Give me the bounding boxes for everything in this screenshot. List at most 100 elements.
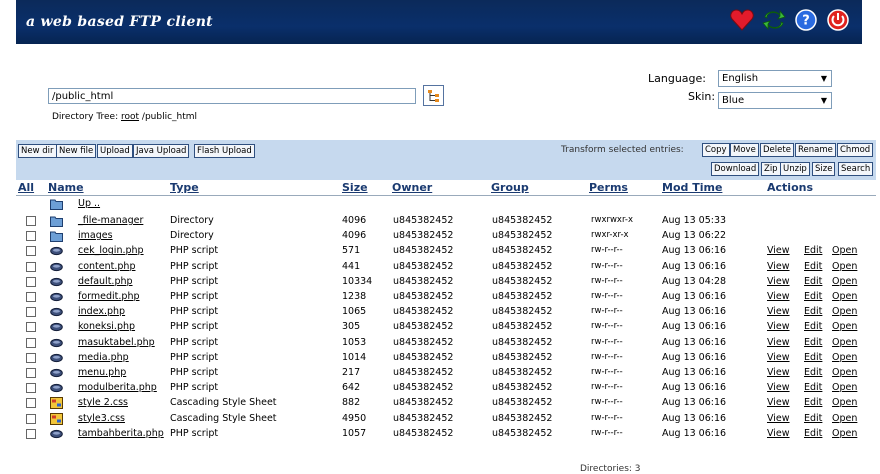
open-link[interactable]: Open — [832, 291, 857, 302]
delete-button[interactable]: Delete — [760, 143, 794, 157]
file-name-link[interactable]: _file-manager — [78, 215, 143, 226]
file-perms[interactable]: rw-r--r-- — [591, 245, 623, 255]
view-link[interactable]: View — [767, 276, 790, 287]
row-checkbox[interactable] — [26, 276, 36, 287]
unzip-button[interactable]: Unzip — [780, 162, 810, 176]
file-name-link[interactable]: style3.css — [78, 413, 125, 424]
size-column-header[interactable]: Size — [342, 181, 368, 195]
open-link[interactable]: Open — [832, 413, 857, 424]
file-name-link[interactable]: media.php — [78, 352, 129, 363]
view-link[interactable]: View — [767, 291, 790, 302]
open-link[interactable]: Open — [832, 261, 857, 272]
view-link[interactable]: View — [767, 413, 790, 424]
row-checkbox[interactable] — [26, 383, 36, 394]
edit-link[interactable]: Edit — [804, 337, 822, 348]
file-perms[interactable]: rw-r--r-- — [591, 276, 623, 286]
edit-link[interactable]: Edit — [804, 352, 822, 363]
open-link[interactable]: Open — [832, 306, 857, 317]
view-link[interactable]: View — [767, 337, 790, 348]
edit-link[interactable]: Edit — [804, 306, 822, 317]
open-link[interactable]: Open — [832, 245, 857, 256]
view-link[interactable]: View — [767, 321, 790, 332]
file-perms[interactable]: rw-r--r-- — [591, 428, 623, 438]
flash-upload-button[interactable]: Flash Upload — [194, 144, 255, 158]
view-link[interactable]: View — [767, 397, 790, 408]
chmod-button[interactable]: Chmod — [837, 143, 874, 157]
new-dir-button[interactable]: New dir — [18, 144, 57, 158]
file-perms[interactable]: rwxrwxr-x — [591, 215, 633, 225]
file-perms[interactable]: rw-r--r-- — [591, 413, 623, 423]
select-all-header[interactable]: All — [18, 181, 34, 195]
row-checkbox[interactable] — [26, 413, 36, 424]
edit-link[interactable]: Edit — [804, 261, 822, 272]
open-link[interactable]: Open — [832, 367, 857, 378]
open-link[interactable]: Open — [832, 276, 857, 287]
file-perms[interactable]: rw-r--r-- — [591, 352, 623, 362]
search-button[interactable]: Search — [838, 162, 874, 176]
row-checkbox[interactable] — [26, 428, 36, 439]
file-name-link[interactable]: index.php — [78, 306, 125, 317]
edit-link[interactable]: Edit — [804, 397, 822, 408]
row-checkbox[interactable] — [26, 261, 36, 272]
view-link[interactable]: View — [767, 428, 790, 439]
view-link[interactable]: View — [767, 261, 790, 272]
file-perms[interactable]: rw-r--r-- — [591, 337, 623, 347]
edit-link[interactable]: Edit — [804, 413, 822, 424]
skin-select[interactable]: Blue ▼ — [718, 92, 832, 109]
view-link[interactable]: View — [767, 367, 790, 378]
java-upload-button[interactable]: Java Upload — [133, 144, 190, 158]
up-directory-link[interactable]: Up .. — [78, 198, 100, 209]
edit-link[interactable]: Edit — [804, 321, 822, 332]
row-checkbox[interactable] — [26, 231, 36, 242]
view-link[interactable]: View — [767, 382, 790, 393]
open-link[interactable]: Open — [832, 337, 857, 348]
zip-button[interactable]: Zip — [761, 162, 781, 176]
row-checkbox[interactable] — [26, 246, 36, 257]
row-checkbox[interactable] — [26, 337, 36, 348]
open-link[interactable]: Open — [832, 321, 857, 332]
row-checkbox[interactable] — [26, 307, 36, 318]
edit-link[interactable]: Edit — [804, 245, 822, 256]
copy-button[interactable]: Copy — [702, 143, 730, 157]
row-checkbox[interactable] — [26, 352, 36, 363]
rename-button[interactable]: Rename — [795, 143, 836, 157]
file-name-link[interactable]: koneksi.php — [78, 321, 135, 332]
modtime-column-header[interactable]: Mod Time — [662, 181, 722, 195]
file-perms[interactable]: rwxr-xr-x — [591, 230, 629, 240]
row-checkbox[interactable] — [26, 398, 36, 409]
directory-tree-root-link[interactable]: root — [121, 112, 139, 122]
file-name-link[interactable]: default.php — [78, 276, 133, 287]
file-perms[interactable]: rw-r--r-- — [591, 306, 623, 316]
refresh-icon[interactable] — [762, 8, 786, 32]
file-name-link[interactable]: formedit.php — [78, 291, 140, 302]
size-button[interactable]: Size — [812, 162, 836, 176]
file-name-link[interactable]: cek_login.php — [78, 245, 144, 256]
edit-link[interactable]: Edit — [804, 428, 822, 439]
row-checkbox[interactable] — [26, 216, 36, 226]
heart-icon[interactable] — [730, 8, 754, 32]
language-select[interactable]: English ▼ — [718, 70, 832, 87]
file-name-link[interactable]: masuktabel.php — [78, 337, 155, 348]
help-icon[interactable]: ? — [794, 8, 818, 32]
file-perms[interactable]: rw-r--r-- — [591, 397, 623, 407]
file-perms[interactable]: rw-r--r-- — [591, 367, 623, 377]
owner-column-header[interactable]: Owner — [392, 181, 432, 195]
file-perms[interactable]: rw-r--r-- — [591, 382, 623, 392]
row-checkbox[interactable] — [26, 292, 36, 302]
edit-link[interactable]: Edit — [804, 291, 822, 302]
file-name-link[interactable]: images — [78, 230, 113, 241]
file-name-link[interactable]: modulberita.php — [78, 382, 157, 393]
file-name-link[interactable]: style 2.css — [78, 397, 128, 408]
perms-column-header[interactable]: Perms — [589, 181, 628, 195]
download-button[interactable]: Download — [711, 162, 760, 176]
row-checkbox[interactable] — [26, 322, 36, 333]
power-icon[interactable] — [826, 8, 850, 32]
move-button[interactable]: Move — [730, 143, 759, 157]
type-column-header[interactable]: Type — [170, 181, 199, 195]
file-perms[interactable]: rw-r--r-- — [591, 321, 623, 331]
open-link[interactable]: Open — [832, 428, 857, 439]
file-perms[interactable]: rw-r--r-- — [591, 291, 623, 301]
open-link[interactable]: Open — [832, 382, 857, 393]
file-perms[interactable]: rw-r--r-- — [591, 261, 623, 271]
edit-link[interactable]: Edit — [804, 367, 822, 378]
